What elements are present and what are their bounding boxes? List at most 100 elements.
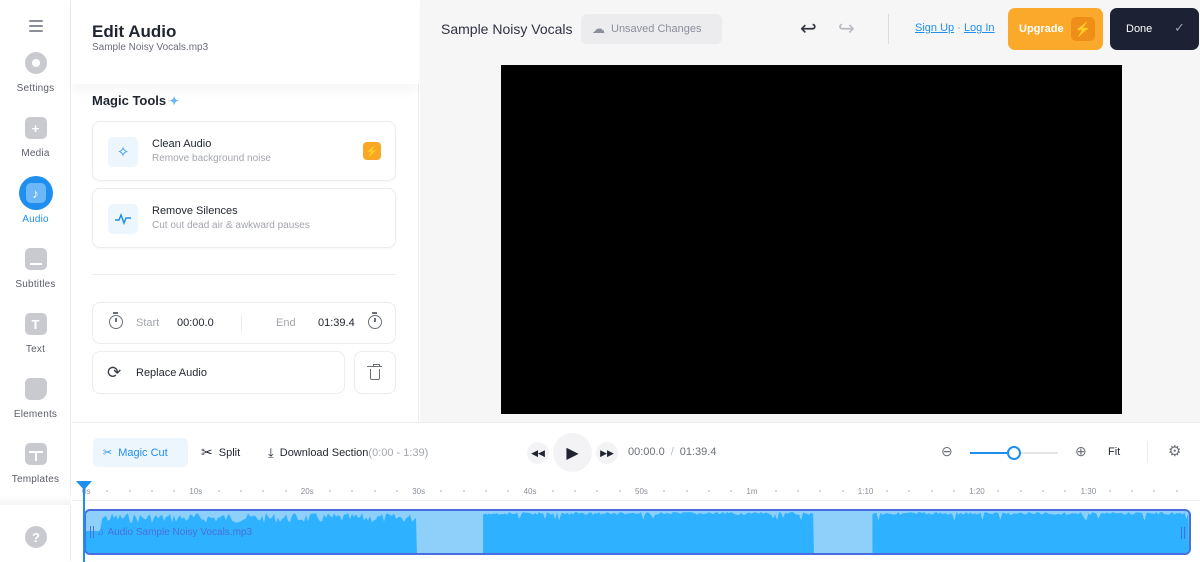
settings-icon[interactable]: ⚙	[1168, 442, 1181, 460]
separator: ·	[957, 22, 961, 34]
ruler-tick	[930, 490, 933, 492]
ruler-tick	[150, 490, 153, 492]
sidebar-item-label: Text	[25, 344, 46, 355]
audio-clip[interactable]: ♫ Audio Sample Noisy Vocals.mp3	[84, 509, 1191, 555]
ruler-tick	[596, 490, 599, 492]
ruler-tick-label: 1:20	[969, 487, 985, 496]
help-icon[interactable]: ?	[25, 526, 47, 548]
rewind-button[interactable]: ◀◀	[527, 442, 549, 464]
ruler-tick	[329, 490, 332, 492]
layout-icon	[24, 443, 47, 465]
time-separator: /	[670, 446, 674, 458]
ruler-tick	[841, 490, 844, 492]
sidebar-item-audio[interactable]: ♪ Audio	[0, 176, 71, 225]
trim-handle-right[interactable]	[1181, 527, 1185, 539]
ruler-tick	[997, 490, 1000, 492]
end-label: End	[276, 317, 296, 329]
undo-icon[interactable]: ↩	[800, 16, 817, 41]
sidebar-item-label: Media	[21, 148, 50, 159]
active-indicator: ♪	[18, 176, 53, 210]
sidebar-item-media[interactable]: + Media	[0, 117, 71, 159]
refresh-icon: ⟳	[107, 363, 122, 382]
timeline-ruler[interactable]: 0s 10s 20s 30s 40s 50s 1m 1:10 1:20 1:30	[72, 483, 1200, 501]
ruler-tick	[908, 490, 911, 492]
redo-icon[interactable]: ↪	[838, 16, 855, 41]
ruler-tick	[707, 490, 710, 492]
edit-audio-panel: Edit Audio Sample Noisy Vocals.mp3 Magic…	[72, 0, 419, 422]
sidebar-item-subtitles[interactable]: Subtitles	[0, 248, 71, 290]
fit-button[interactable]: Fit	[1108, 446, 1120, 458]
hamburger-menu-icon[interactable]	[26, 18, 46, 34]
ruler-tick-label: 10s	[189, 487, 203, 496]
ruler-tick	[1019, 490, 1022, 492]
editor-main: Sample Noisy Vocals ☁ Unsaved Changes ↩ …	[420, 0, 1200, 422]
ruler-tick-label: 1:30	[1080, 487, 1097, 496]
download-section-button[interactable]: ⤓ Download Section(0:00 - 1:39)	[268, 438, 428, 467]
waveform-segment	[872, 512, 1189, 553]
slider-handle[interactable]	[1007, 446, 1021, 460]
remove-silences-button[interactable]: Remove Silences Cut out dead air & awkwa…	[92, 188, 396, 248]
save-status-badge: ☁ Unsaved Changes	[581, 14, 722, 44]
play-button[interactable]: ▶	[553, 433, 592, 472]
zoom-in-icon[interactable]: ⊕	[1075, 443, 1087, 460]
end-time-input[interactable]: 01:39.4	[318, 317, 355, 329]
magic-scissors-icon: ✂	[103, 447, 113, 459]
upgrade-button[interactable]: Upgrade ⚡	[1008, 8, 1103, 50]
sign-up-link[interactable]: Sign Up	[915, 22, 954, 34]
ruler-tick	[819, 490, 822, 492]
clean-audio-button[interactable]: ✧ Clean Audio Remove background noise ⚡	[92, 121, 396, 181]
replace-audio-button[interactable]: ⟳ Replace Audio	[92, 351, 345, 394]
sidebar-item-templates[interactable]: Templates	[0, 443, 71, 485]
magic-cut-button[interactable]: ✂ Magic Cut	[93, 438, 188, 467]
panel-subtitle: Sample Noisy Vocals.mp3	[92, 42, 209, 53]
divider	[888, 14, 889, 44]
replace-audio-label: Replace Audio	[136, 367, 207, 379]
panel-title: Edit Audio	[92, 22, 177, 41]
stopwatch-icon[interactable]	[368, 312, 382, 329]
timeline-zoom-slider[interactable]	[970, 446, 1058, 460]
left-sidebar: Settings + Media ♪ Audio Subtitles T Tex…	[0, 0, 71, 561]
sidebar-item-label: Settings	[16, 83, 55, 94]
ruler-tick-label: 1:10	[857, 487, 874, 496]
ruler-tick	[574, 490, 577, 492]
magic-tools-heading: Magic Tools ✦	[92, 93, 179, 108]
done-label: Done	[1126, 23, 1153, 35]
trim-handle-left[interactable]	[90, 526, 94, 538]
sidebar-item-label: Templates	[11, 474, 60, 485]
ruler-tick	[952, 490, 955, 492]
lightning-icon: ⚡	[363, 142, 381, 160]
done-button[interactable]: Done ✓	[1110, 8, 1199, 50]
ruler-tick	[239, 490, 242, 492]
ruler-tick	[440, 490, 443, 492]
playhead[interactable]	[76, 481, 92, 562]
cloud-off-icon: ☁	[592, 21, 605, 36]
ruler-tick	[395, 490, 398, 492]
delete-audio-button[interactable]	[354, 351, 396, 394]
plus-icon: +	[24, 117, 47, 139]
ruler-tick	[128, 490, 131, 492]
ruler-tick	[485, 490, 488, 492]
ruler-tick	[663, 490, 666, 492]
sidebar-item-label: Audio	[22, 214, 49, 225]
video-preview-canvas[interactable]	[501, 65, 1122, 414]
ruler-tick	[774, 490, 777, 492]
zoom-out-icon[interactable]: ⊖	[941, 443, 953, 460]
timeline-panel: ✂ Magic Cut ✂ Split ⤓ Download Section(0…	[72, 422, 1200, 562]
fast-forward-button[interactable]: ▶▶	[596, 442, 618, 464]
scissors-icon: ✂	[201, 444, 213, 460]
magic-tools-title: Magic Tools	[92, 93, 167, 108]
waveform-pulse-icon	[108, 204, 138, 234]
divider	[1147, 441, 1148, 463]
lightning-icon: ⚡	[1071, 17, 1095, 41]
split-button[interactable]: ✂ Split	[201, 438, 240, 467]
subtitles-icon	[24, 248, 47, 270]
sidebar-item-elements[interactable]: Elements	[0, 378, 71, 420]
ruler-tick	[217, 490, 220, 492]
sparkle-icon: ✦	[169, 94, 180, 108]
stopwatch-icon[interactable]	[109, 312, 123, 329]
sidebar-item-text[interactable]: T Text	[0, 313, 71, 355]
sidebar-item-settings[interactable]: Settings	[0, 52, 71, 94]
start-time-input[interactable]: 00:00.0	[177, 317, 214, 329]
log-in-link[interactable]: Log In	[964, 22, 995, 34]
project-title[interactable]: Sample Noisy Vocals	[441, 21, 573, 37]
